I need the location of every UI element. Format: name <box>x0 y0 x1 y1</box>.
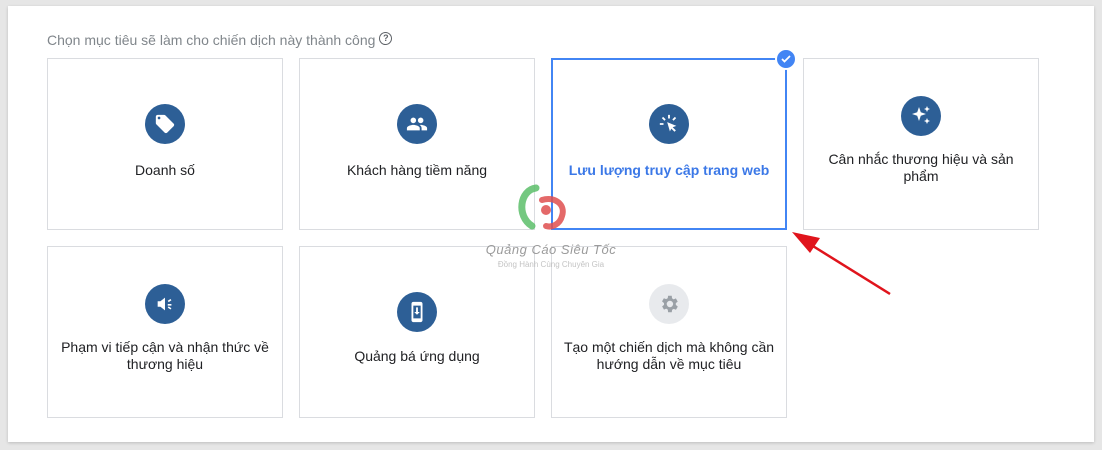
goal-card-label: Phạm vi tiếp cận và nhận thức về thương … <box>61 339 269 372</box>
tag-icon <box>145 104 185 144</box>
goal-card-label: Lưu lượng truy cập trang web <box>568 162 770 178</box>
watermark-title: Quảng Cáo Siêu Tốc <box>485 242 617 257</box>
sparkle-icon <box>901 96 941 136</box>
cursor-click-icon <box>649 104 689 144</box>
goal-heading-text: Chọn mục tiêu sẽ làm cho chiến dịch này … <box>47 32 376 48</box>
watermark-logo: Quảng Cáo Siêu Tốc Đồng Hành Cùng Chuyên… <box>476 180 626 272</box>
goal-card-label: Tạo một chiến dịch mà không cần hướng dẫ… <box>563 339 775 372</box>
goal-card-label: Cân nhắc thương hiệu và sản phẩm <box>828 151 1014 184</box>
annotation-arrow <box>792 232 891 296</box>
goal-card-label: Doanh số <box>135 162 195 178</box>
goal-card-brand-consideration[interactable]: Cân nhắc thương hiệu và sản phẩm <box>803 58 1039 230</box>
phone-download-icon <box>397 292 437 332</box>
goal-heading: Chọn mục tiêu sẽ làm cho chiến dịch này … <box>47 31 393 48</box>
speaker-icon <box>145 284 185 324</box>
goal-card-label: Quảng bá ứng dụng <box>354 348 480 364</box>
watermark-logo-icon <box>518 184 566 230</box>
watermark-subtitle: Đồng Hành Cùng Chuyên Gia <box>497 260 605 269</box>
goal-card-label: Khách hàng tiềm năng <box>346 162 488 178</box>
goal-card-sales[interactable]: Doanh số <box>47 58 283 230</box>
people-icon <box>397 104 437 144</box>
goal-card-reach-awareness[interactable]: Phạm vi tiếp cận và nhận thức về thương … <box>47 246 283 418</box>
gear-icon <box>649 284 689 324</box>
help-circle-icon[interactable]: ? <box>379 31 393 45</box>
selected-check-icon <box>775 48 797 70</box>
